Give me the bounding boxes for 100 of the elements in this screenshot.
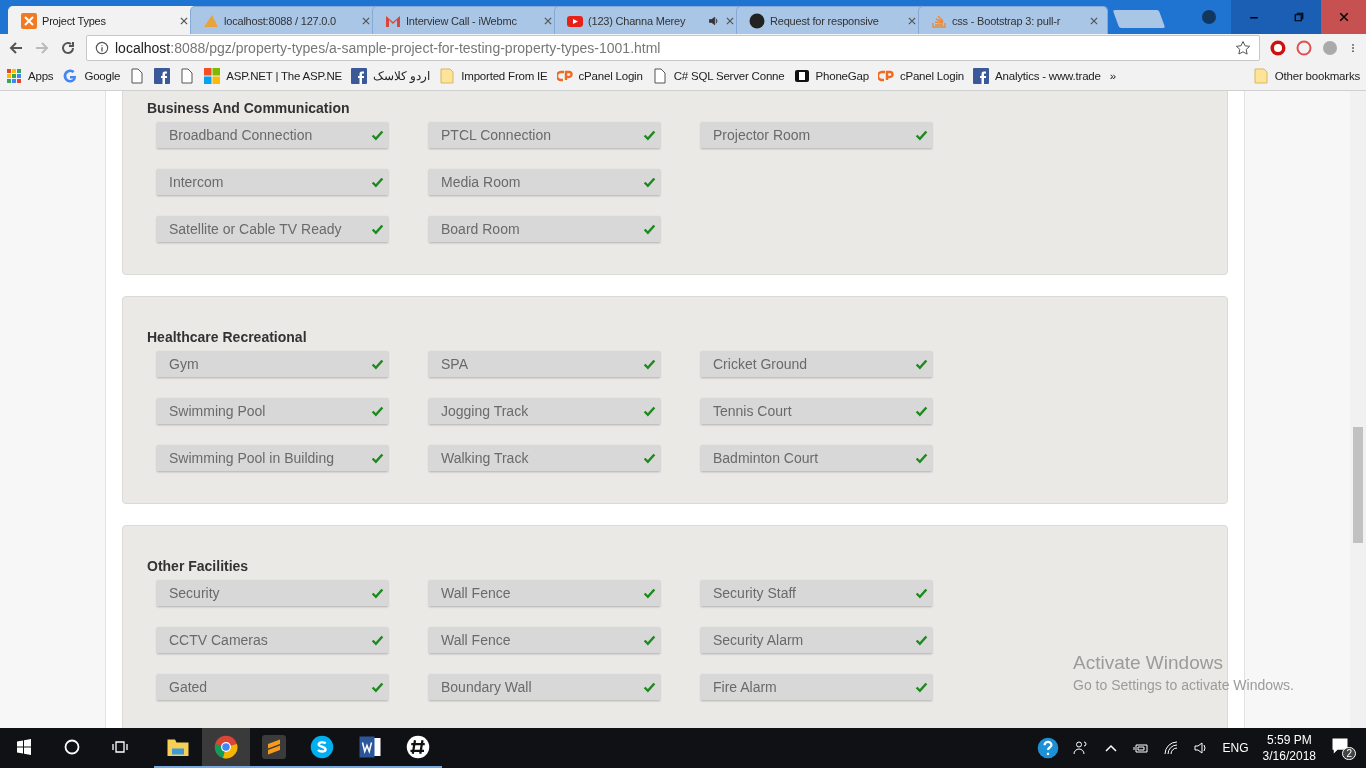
address-field[interactable]: localhost:8088/pgz/property-types/a-sample-project-for-testing-property-types-1001.html: [86, 35, 1260, 61]
facility-tag: Wall Fence: [429, 627, 660, 653]
activation-message: Go to Settings to activate Windows.: [1073, 677, 1294, 693]
bookmark[interactable]: اردو کلاسک: [351, 68, 431, 84]
bookmark[interactable]: [154, 68, 171, 84]
facility-tag: Board Room: [429, 216, 660, 242]
google-icon: [62, 68, 79, 84]
close-icon: [361, 15, 371, 26]
check-icon: [643, 451, 656, 465]
browser-tab[interactable]: css - Bootstrap 3: pull-r: [918, 6, 1108, 34]
speaker-icon[interactable]: [708, 14, 720, 27]
check-icon: [915, 404, 928, 418]
check-icon: [643, 222, 656, 236]
facility-tag: SPA: [429, 351, 660, 377]
restore-button[interactable]: [1276, 0, 1321, 34]
new-tab-button[interactable]: [1112, 10, 1166, 28]
check-icon: [915, 586, 928, 600]
facility-tag: Cricket Ground: [701, 351, 932, 377]
taskbar-app[interactable]: [202, 728, 250, 768]
scrollbar[interactable]: [1350, 91, 1366, 728]
close-icon: [1337, 11, 1350, 23]
check-icon: [371, 222, 384, 236]
page-icon: [129, 68, 146, 84]
facebook-icon: [351, 68, 368, 84]
check-icon: [643, 357, 656, 371]
forward-icon: [34, 40, 50, 56]
facility-tag: Swimming Pool: [157, 398, 388, 424]
bookmark[interactable]: [129, 68, 146, 84]
check-icon: [371, 128, 384, 142]
bookmark[interactable]: Apps: [6, 68, 54, 84]
reload-icon: [60, 40, 76, 56]
help-icon: [1036, 737, 1059, 759]
hash-icon: [406, 735, 430, 759]
other-bookmarks[interactable]: Other bookmarks: [1252, 68, 1360, 84]
facility-tag: Broadband Connection: [157, 122, 388, 148]
check-icon: [643, 128, 656, 142]
facility-tag: Media Room: [429, 169, 660, 195]
facility-tag: PTCL Connection: [429, 122, 660, 148]
section-heading: Healthcare Recreational: [147, 329, 308, 345]
star-icon: [1235, 40, 1251, 56]
cpanel-icon: [556, 68, 573, 84]
check-icon: [371, 175, 384, 189]
close-icon: [1089, 15, 1099, 26]
facility-tag: Tennis Court: [701, 398, 932, 424]
check-icon: [915, 357, 928, 371]
bookmark[interactable]: cPanel Login: [556, 68, 643, 84]
speaker-icon: [1192, 740, 1209, 756]
close-button[interactable]: [1321, 0, 1366, 34]
bookmark[interactable]: ASP.NET | The ASP.NE: [204, 68, 343, 84]
facility-tag: Walking Track: [429, 445, 660, 471]
sublime-icon: [262, 735, 286, 759]
apps-icon: [6, 68, 22, 84]
close-icon: [543, 15, 553, 26]
check-icon: [371, 586, 384, 600]
check-icon: [915, 680, 928, 694]
check-icon: [915, 451, 928, 465]
more-bookmarks-chevron[interactable]: »: [1109, 70, 1116, 82]
chrome-icon: [214, 735, 238, 759]
section-heading: Other Facilities: [147, 558, 250, 574]
circle-icon: [64, 739, 80, 755]
bookmark[interactable]: Analytics - www.trade: [973, 68, 1101, 84]
check-icon: [643, 680, 656, 694]
bookmark[interactable]: cPanel Login: [877, 68, 964, 84]
message-icon: [1330, 736, 1350, 756]
language-indicator: ENG: [1222, 741, 1249, 755]
facebook-icon: [154, 68, 171, 84]
notifications-button[interactable]: 2: [1330, 736, 1356, 760]
bookmark[interactable]: [179, 68, 196, 84]
facebook-icon: [973, 68, 989, 84]
bookmark[interactable]: Google: [62, 68, 121, 84]
close-icon: [179, 15, 189, 26]
facility-tag: Gym: [157, 351, 388, 377]
check-icon: [371, 404, 384, 418]
bookmark[interactable]: Imported From IE: [439, 68, 548, 84]
check-icon: [371, 357, 384, 371]
activation-title: Activate Windows: [1073, 652, 1224, 674]
page-icon: [651, 68, 668, 84]
phonegap-icon: [793, 68, 810, 84]
facility-tag: Badminton Court: [701, 445, 932, 471]
xampp-icon: [21, 12, 37, 29]
facility-tag: Jogging Track: [429, 398, 660, 424]
facility-tag: Swimming Pool in Building: [157, 445, 388, 471]
facility-tag: Projector Room: [701, 122, 932, 148]
facility-tag: Security: [157, 580, 388, 606]
facility-tag: Boundary Wall: [429, 674, 660, 700]
check-icon: [643, 404, 656, 418]
check-icon: [371, 680, 384, 694]
skype-icon: [310, 735, 334, 759]
check-icon: [915, 633, 928, 647]
clock[interactable]: 5:59 PM 3/16/2018: [1262, 732, 1316, 764]
folder-icon: [1252, 68, 1269, 84]
facility-tag: Satellite or Cable TV Ready: [157, 216, 388, 242]
facility-tag: Fire Alarm: [701, 674, 932, 700]
bookmark[interactable]: C# SQL Server Conne: [651, 68, 785, 84]
cpanel-icon: [877, 68, 894, 84]
windows-icon: [204, 68, 221, 84]
task-view-icon: [112, 739, 128, 755]
bookmark[interactable]: PhoneGap: [793, 68, 869, 84]
facility-tag: Security Staff: [701, 580, 932, 606]
wifi-icon: [1162, 740, 1179, 756]
